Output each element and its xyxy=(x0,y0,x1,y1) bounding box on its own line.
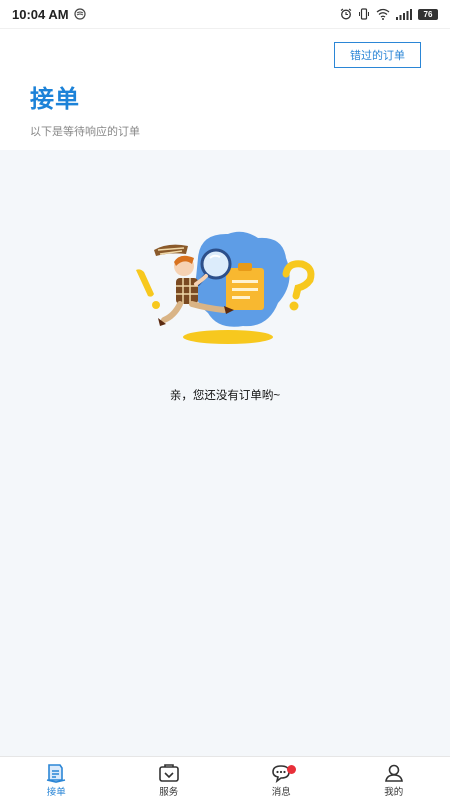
wifi-icon xyxy=(376,8,390,20)
bottom-tab-bar: 接单 服务 消息 我的 xyxy=(0,756,450,800)
battery-indicator: 76 xyxy=(418,8,438,20)
tab-label: 消息 xyxy=(271,787,291,798)
status-bar: 10:04 AM 76 xyxy=(0,0,450,28)
tab-label: 服务 xyxy=(159,787,179,798)
profile-icon xyxy=(384,764,403,782)
tab-label: 接单 xyxy=(46,787,66,798)
missed-orders-button[interactable]: 错过的订单 xyxy=(334,42,421,68)
order-list-area: 亲，您还没有订单哟~ xyxy=(0,150,450,756)
page-subtitle: 以下是等待响应的订单 xyxy=(30,126,140,138)
tab-service[interactable]: 服务 xyxy=(113,757,226,800)
unread-badge xyxy=(287,765,296,774)
order-icon xyxy=(47,764,66,783)
alarm-icon xyxy=(340,8,352,20)
tab-profile[interactable]: 我的 xyxy=(338,757,450,800)
page-title: 接单 xyxy=(30,86,80,113)
tab-messages[interactable]: 消息 xyxy=(225,757,338,800)
tab-orders[interactable]: 接单 xyxy=(0,757,113,800)
page-header: 错过的订单 接单 以下是等待响应的订单 xyxy=(0,28,450,150)
empty-state-message: 亲，您还没有订单哟~ xyxy=(169,390,281,402)
vibrate-icon xyxy=(359,8,369,20)
status-time: 10:04 AM xyxy=(12,6,69,22)
network-activity-icon xyxy=(74,8,86,20)
signal-icon xyxy=(396,8,412,20)
empty-orders-illustration xyxy=(136,231,315,344)
service-icon xyxy=(158,764,179,782)
tab-label: 我的 xyxy=(384,787,404,798)
